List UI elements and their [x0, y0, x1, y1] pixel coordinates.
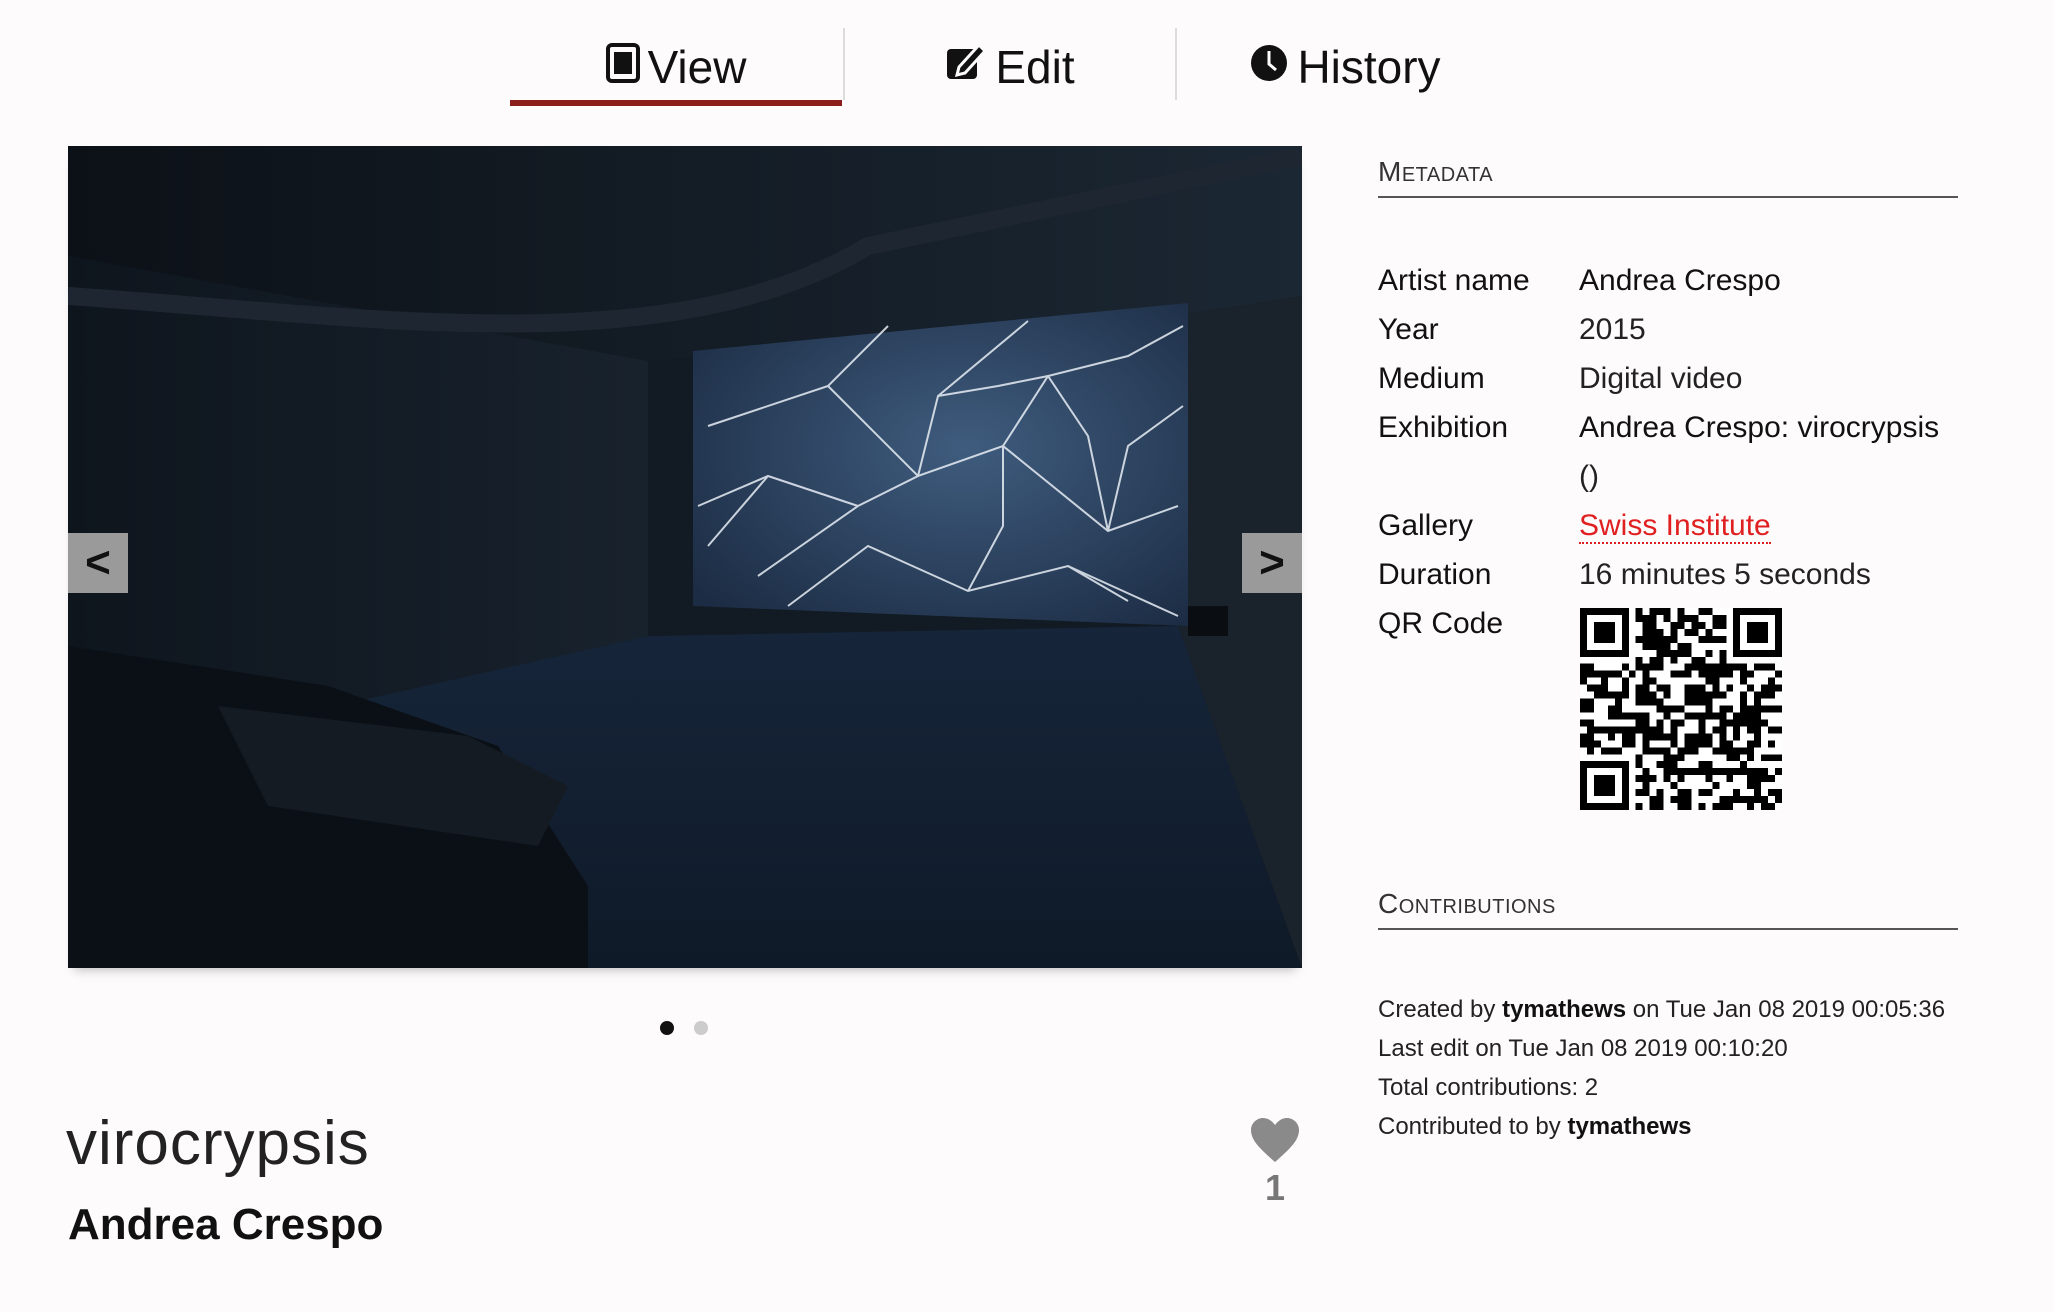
meta-value: Digital video [1579, 362, 1743, 395]
tab-view-label: View [647, 41, 747, 93]
last-edit: Last edit on Tue Jan 08 2019 00:10:20 [1378, 1035, 1788, 1062]
meta-value: Andrea Crespo [1579, 264, 1781, 297]
meta-value: () [1579, 460, 1599, 493]
gallery-link[interactable]: Swiss Institute [1579, 509, 1771, 544]
created-by: Created by tymathews on Tue Jan 08 2019 … [1378, 996, 1945, 1024]
contributions-heading: Contributions [1378, 888, 1958, 930]
meta-label: Year [1378, 313, 1439, 346]
tab-view[interactable]: View [510, 28, 842, 106]
previous-image-button[interactable]: < [68, 533, 128, 593]
carousel-dot-1[interactable] [660, 1021, 674, 1035]
contributed-user-link[interactable]: tymathews [1567, 1113, 1691, 1140]
contributed-by: Contributed to by tymathews [1378, 1113, 1692, 1141]
artwork-title: virocrypsis [66, 1109, 370, 1178]
like-count: 1 [1264, 1167, 1286, 1208]
heart-icon [1251, 1118, 1299, 1162]
meta-value: 16 minutes 5 seconds [1579, 558, 1871, 591]
created-suffix: on Tue Jan 08 2019 00:05:36 [1626, 996, 1946, 1023]
clock-icon [1249, 40, 1289, 94]
meta-label: Duration [1378, 558, 1492, 591]
tab-edit-label: Edit [995, 41, 1075, 93]
meta-label: Gallery [1378, 509, 1474, 542]
carousel-dot-2[interactable] [694, 1021, 708, 1035]
tab-history-label: History [1297, 41, 1441, 93]
tablet-icon [605, 40, 640, 94]
like-button[interactable]: 1 [1244, 1116, 1306, 1209]
next-image-button[interactable]: > [1242, 533, 1302, 593]
qr-code [1580, 608, 1782, 810]
installation-photo [68, 146, 1302, 968]
metadata-heading: Metadata [1378, 156, 1958, 198]
meta-value: 2015 [1579, 313, 1646, 346]
edit-icon [945, 40, 988, 94]
created-prefix: Created by [1378, 996, 1503, 1023]
tab-bar: View Edit History [0, 0, 2054, 110]
artwork-image [68, 146, 1302, 968]
meta-label: Medium [1378, 362, 1485, 395]
contributed-prefix: Contributed to by [1378, 1113, 1568, 1140]
tab-history[interactable]: History [1177, 28, 1513, 106]
meta-label: Exhibition [1378, 411, 1509, 444]
carousel-indicators [660, 1021, 708, 1035]
meta-value[interactable]: Andrea Crespo: virocrypsis [1579, 411, 1939, 445]
total-contributions: Total contributions: 2 [1378, 1074, 1599, 1101]
artwork-page: View Edit History < > virocrypsis Andrea… [0, 0, 2054, 1312]
meta-label: Artist name [1378, 264, 1530, 297]
tab-edit[interactable]: Edit [845, 28, 1175, 106]
created-user-link[interactable]: tymathews [1502, 996, 1626, 1023]
meta-label: QR Code [1378, 607, 1504, 640]
artwork-artist: Andrea Crespo [68, 1200, 384, 1249]
